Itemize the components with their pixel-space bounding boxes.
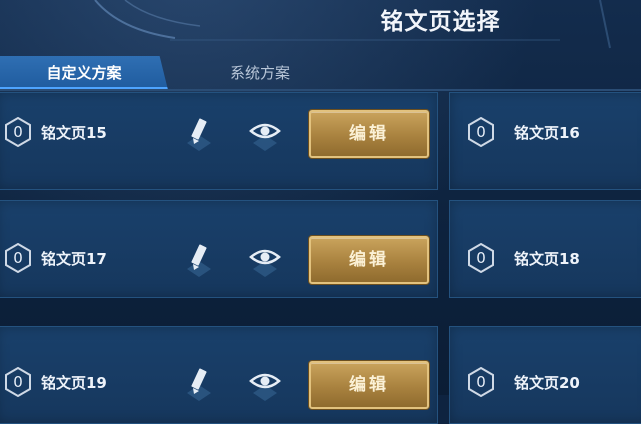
rune-page-name: 铭文页15	[41, 124, 107, 142]
pencil-icon[interactable]	[179, 363, 219, 403]
rune-page-name: 铭文页19	[41, 374, 107, 392]
rune-count: 0	[13, 123, 23, 141]
rune-page-name: 铭文页18	[514, 250, 580, 268]
rune-count: 0	[476, 373, 486, 391]
rune-count: 0	[476, 249, 486, 267]
rune-count: 0	[476, 123, 486, 141]
eye-icon[interactable]	[245, 113, 285, 153]
tab-bar: 自定义方案 系统方案	[0, 56, 641, 90]
tab-divider	[0, 89, 641, 91]
rune-page-name: 铭文页20	[514, 374, 580, 392]
eye-icon[interactable]	[245, 239, 285, 279]
edit-button[interactable]: 编辑	[309, 110, 429, 158]
hexagon-badge-icon: 0	[468, 117, 494, 147]
hexagon-badge-icon: 0	[5, 367, 31, 397]
hexagon-badge-icon: 0	[5, 243, 31, 273]
hexagon-badge-icon: 0	[468, 367, 494, 397]
rune-page-card-20[interactable]: 0 铭文页20	[449, 326, 641, 424]
rune-page-name: 铭文页16	[514, 124, 580, 142]
pencil-icon[interactable]	[179, 239, 219, 279]
rune-page-card-15[interactable]: 0 铭文页15 编辑	[0, 92, 438, 190]
rune-page-card-18[interactable]: 0 铭文页18	[449, 200, 641, 298]
rune-page-card-19[interactable]: 0 铭文页19 编辑	[0, 326, 438, 424]
page-title: 铭文页选择	[380, 9, 501, 35]
hexagon-badge-icon: 0	[468, 243, 494, 273]
rune-count: 0	[13, 373, 23, 391]
rune-page-card-16[interactable]: 0 铭文页16	[449, 92, 641, 190]
tab-system-plan[interactable]: 系统方案	[200, 56, 320, 90]
edit-button[interactable]: 编辑	[309, 236, 429, 284]
rune-page-card-17[interactable]: 0 铭文页17 编辑	[0, 200, 438, 298]
edit-button[interactable]: 编辑	[309, 361, 429, 409]
eye-icon[interactable]	[245, 363, 285, 403]
rune-count: 0	[13, 249, 23, 267]
tab-custom-plan[interactable]: 自定义方案	[0, 56, 168, 90]
rune-page-name: 铭文页17	[41, 250, 107, 268]
hexagon-badge-icon: 0	[5, 117, 31, 147]
pencil-icon[interactable]	[179, 113, 219, 153]
